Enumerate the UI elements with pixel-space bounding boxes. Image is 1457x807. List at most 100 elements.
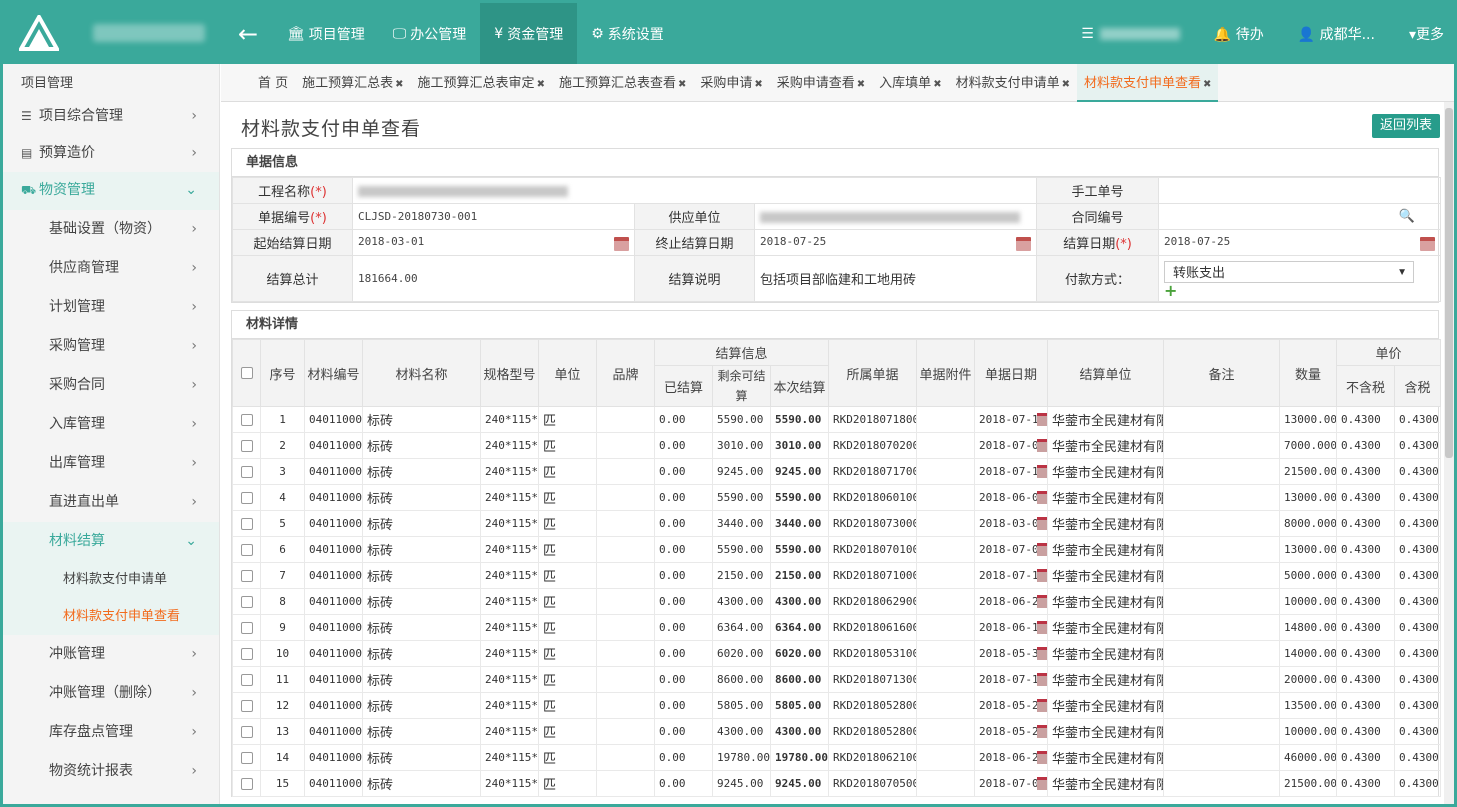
search-icon[interactable]: 🔍 — [1399, 209, 1415, 224]
close-icon[interactable]: ✖ — [395, 79, 403, 90]
row-checkbox[interactable] — [240, 778, 253, 790]
cell-qty-text: 10000.000 — [1284, 595, 1337, 608]
nav-item-2[interactable]: 🖵 办公管理 — [379, 3, 481, 64]
calendar-icon[interactable] — [1037, 595, 1047, 609]
tab-4[interactable]: 施工预算汇总表查看 ✖ — [552, 64, 693, 102]
todo-button[interactable]: 🔔 待办 — [1214, 24, 1264, 44]
close-icon[interactable]: ✖ — [1203, 79, 1211, 90]
row-checkbox[interactable] — [240, 726, 253, 738]
calendar-icon[interactable] — [1037, 543, 1047, 557]
calendar-icon[interactable] — [1037, 777, 1047, 791]
calendar-icon[interactable] — [1037, 699, 1047, 713]
row-checkbox[interactable] — [240, 648, 253, 660]
contract-no-field[interactable]: 🔍 — [1158, 203, 1442, 230]
sidebar-subitem[interactable]: 库存盘点管理 › — [3, 713, 219, 752]
close-icon[interactable]: ✖ — [857, 79, 865, 90]
calendar-icon[interactable] — [1037, 517, 1047, 531]
supplier-field[interactable] — [753, 203, 1038, 230]
row-checkbox[interactable] — [240, 622, 253, 634]
start-date-field[interactable]: 2018-03-01 — [352, 229, 635, 256]
add-plus-icon[interactable]: + — [1164, 282, 1435, 299]
cell-date: 2018-07-18 — [974, 406, 1048, 433]
row-checkbox[interactable] — [240, 518, 253, 530]
sidebar-subitem[interactable]: 采购合同 › — [3, 366, 219, 405]
close-icon[interactable]: ✖ — [754, 79, 762, 90]
desc-field[interactable]: 包括项目部临建和工地用砖 — [753, 255, 1038, 302]
vertical-scrollbar[interactable] — [1444, 102, 1454, 804]
tab-1[interactable]: 首 页 — [251, 64, 295, 102]
nav-item-1[interactable]: 🏛 项目管理 — [273, 3, 379, 64]
row-checkbox[interactable] — [240, 414, 253, 426]
calendar-icon[interactable] — [1037, 725, 1047, 739]
sidebar-subitem[interactable]: 入库管理 › — [3, 405, 219, 444]
nav-item-4[interactable]: ⚙ 系统设置 — [577, 3, 678, 64]
sidebar-subitem[interactable]: 基础设置（物资） › — [3, 210, 219, 249]
close-icon[interactable]: ✖ — [933, 79, 941, 90]
cell-with-tax: 0.4300 — [1393, 484, 1442, 511]
row-checkbox[interactable] — [240, 570, 253, 582]
tab-9[interactable]: 材料款支付申单查看 ✖ — [1076, 64, 1219, 102]
sidebar-subitem[interactable]: 供应商管理 › — [3, 249, 219, 288]
menu-icon[interactable]: ☰ — [1081, 26, 1180, 42]
sidebar-subitem[interactable]: 冲账管理（删除） › — [3, 674, 219, 713]
tab-5[interactable]: 采购申请 ✖ — [693, 64, 769, 102]
sidebar-item-2[interactable]: ▤ 预算造价 › — [3, 135, 219, 172]
sidebar-subitem[interactable]: 冲账管理 › — [3, 635, 219, 674]
select-all-checkbox[interactable] — [240, 367, 253, 379]
user-menu[interactable]: 👤 成都华... — [1298, 24, 1375, 44]
manual-no-field[interactable] — [1158, 177, 1442, 204]
row-checkbox[interactable] — [240, 466, 253, 478]
calendar-icon[interactable] — [1037, 751, 1047, 765]
sidebar-subitem[interactable]: 直进直出单 › — [3, 483, 219, 522]
project-name-field[interactable] — [351, 177, 1038, 204]
cell-code: 040110006 — [304, 432, 363, 459]
sidebar-subitem[interactable]: 物资统计报表 › — [3, 752, 219, 791]
row-checkbox[interactable] — [240, 544, 253, 556]
nav-item-3[interactable]: ¥ 资金管理 — [480, 3, 578, 64]
sidebar-leaf-item[interactable]: 材料款支付申单查看 — [3, 598, 219, 635]
pay-method-select[interactable]: 转账支出 ▼ — [1164, 260, 1415, 283]
sidebar-group-materials[interactable]: ⛟ 物资管理 ⌄ — [3, 172, 219, 210]
tab-7[interactable]: 入库填单 ✖ — [872, 64, 948, 102]
tab-8[interactable]: 材料款支付申请单 ✖ — [949, 64, 1077, 102]
settle-date-field[interactable]: 2018-07-25 — [1158, 229, 1442, 256]
cell-no-tax-text: 0.4300 — [1341, 543, 1381, 556]
row-checkbox[interactable] — [240, 752, 253, 764]
row-checkbox[interactable] — [240, 440, 253, 452]
doc-no-field[interactable]: CLJSD-20180730-001 — [352, 203, 635, 230]
calendar-icon[interactable] — [1037, 673, 1047, 687]
cell-spec-text: 240*115*5 — [485, 673, 538, 686]
calendar-icon[interactable] — [1037, 465, 1047, 479]
calendar-icon[interactable] — [614, 236, 629, 251]
sidebar-item-1[interactable]: ☰ 项目综合管理 › — [3, 98, 219, 135]
scrollbar-thumb[interactable] — [1445, 108, 1453, 458]
more-menu[interactable]: ▾更多 — [1409, 24, 1444, 44]
calendar-icon[interactable] — [1037, 647, 1047, 661]
calendar-icon[interactable] — [1037, 491, 1047, 505]
row-checkbox[interactable] — [240, 700, 253, 712]
close-icon[interactable]: ✖ — [678, 79, 686, 90]
close-icon[interactable]: ✖ — [1062, 79, 1070, 90]
sidebar-subitem[interactable]: 计划管理 › — [3, 288, 219, 327]
close-icon[interactable]: ✖ — [537, 79, 545, 90]
row-checkbox[interactable] — [240, 674, 253, 686]
sidebar-leaf-item[interactable]: 材料款支付申请单 — [3, 561, 219, 598]
col-with-tax: 含税 — [1393, 365, 1442, 407]
calendar-icon[interactable] — [1037, 569, 1047, 583]
calendar-icon[interactable] — [1037, 439, 1047, 453]
row-checkbox[interactable] — [240, 596, 253, 608]
return-list-button[interactable]: 返回列表 — [1372, 114, 1440, 138]
sidebar-subitem-settlement[interactable]: 材料结算 ⌄ — [3, 522, 219, 561]
end-date-field[interactable]: 2018-07-25 — [753, 229, 1038, 256]
tab-2[interactable]: 施工预算汇总表 ✖ — [295, 64, 410, 102]
calendar-icon[interactable] — [1420, 236, 1436, 251]
tab-3[interactable]: 施工预算汇总表审定 ✖ — [411, 64, 552, 102]
calendar-icon[interactable] — [1037, 413, 1047, 427]
calendar-icon[interactable] — [1037, 621, 1047, 635]
calendar-icon[interactable] — [1016, 236, 1032, 251]
tab-6[interactable]: 采购申请查看 ✖ — [770, 64, 872, 102]
sidebar-subitem[interactable]: 采购管理 › — [3, 327, 219, 366]
back-arrow-icon[interactable]: ← — [233, 19, 263, 49]
sidebar-subitem[interactable]: 出库管理 › — [3, 444, 219, 483]
row-checkbox[interactable] — [240, 492, 253, 504]
